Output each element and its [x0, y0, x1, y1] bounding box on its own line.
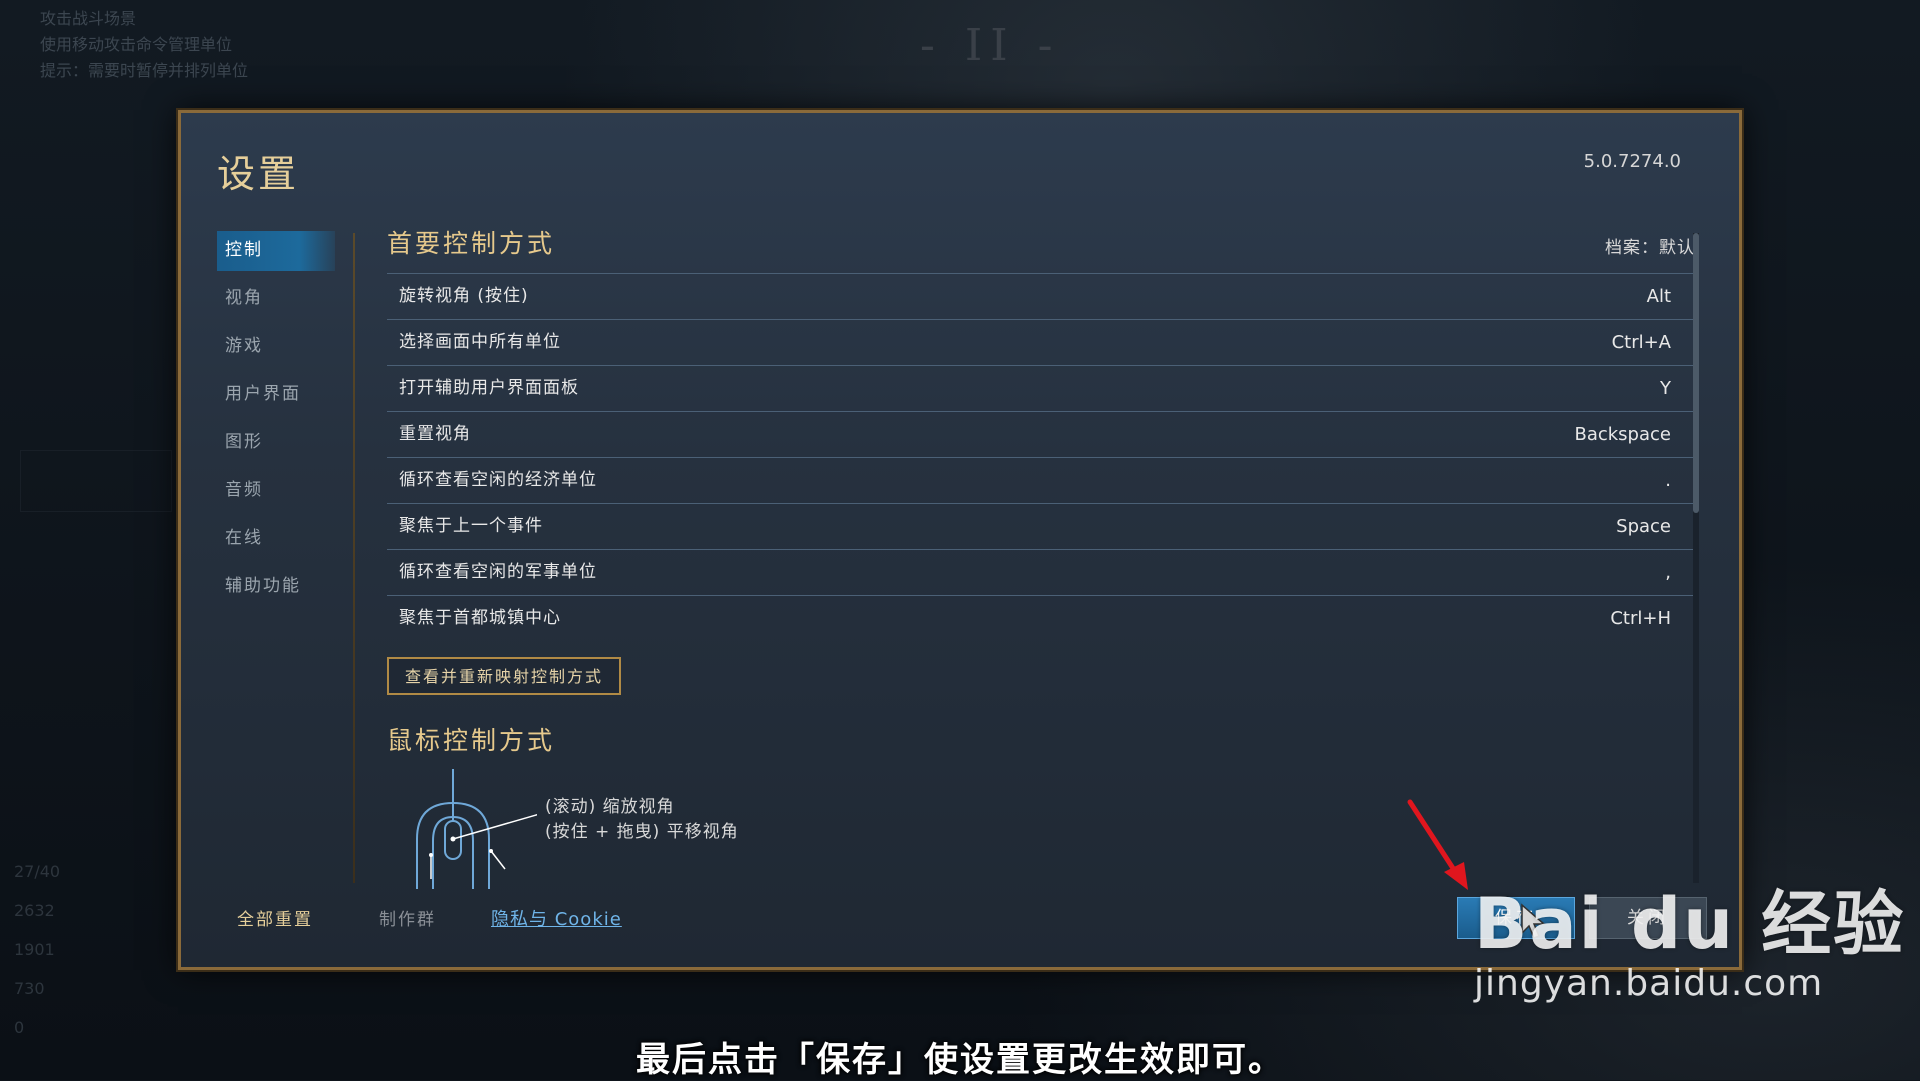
version-label: 5.0.7274.0 [1583, 151, 1681, 172]
sidebar-item-controls[interactable]: 控制 [217, 231, 335, 271]
baidu-watermark: Bai du 经验 jingyan.baidu.com [1474, 868, 1905, 1004]
action-label: 循环查看空闲的经济单位 [399, 470, 597, 490]
sidebar-item-graphics[interactable]: 图形 [217, 423, 335, 463]
profile-selector[interactable]: 档案：默认 [1605, 233, 1695, 258]
mouse-controls-heading: 鼠标控制方式 [387, 726, 556, 755]
sidebar-item-accessibility[interactable]: 辅助功能 [217, 567, 335, 607]
resource-wood: 1901 [14, 940, 55, 959]
keybinding-list: 旋转视角 (按住) Alt 选择画面中所有单位 Ctrl+A 打开辅助用户界面面板 Y… [387, 273, 1695, 641]
key-value: , [1665, 562, 1671, 583]
key-value: Y [1660, 378, 1671, 399]
keybinding-row[interactable]: 循环查看空闲的军事单位, [387, 550, 1695, 596]
privacy-cookie-link[interactable]: 隐私与 Cookie [491, 905, 622, 931]
sidebar-item-game[interactable]: 游戏 [217, 327, 335, 367]
sidebar-item-audio[interactable]: 音频 [217, 471, 335, 511]
content-scrollbar[interactable] [1693, 233, 1699, 883]
controls-panel: 首要控制方式 档案：默认 旋转视角 (按住) Alt 选择画面中所有单位 Ctrl+… [387, 223, 1695, 895]
action-label: 选择画面中所有单位 [399, 332, 561, 352]
remap-controls-button[interactable]: 查看并重新映射控制方式 [387, 657, 622, 695]
resource-food: 2632 [14, 901, 55, 920]
red-arrow-icon [1407, 799, 1468, 890]
key-value: . [1665, 470, 1671, 491]
action-label: 打开辅助用户界面面板 [399, 378, 579, 398]
keybinding-row[interactable]: 聚焦于首都城镇中心 Ctrl+H [387, 596, 1695, 641]
scrollbar-thumb[interactable] [1693, 233, 1699, 513]
action-label: 聚焦于上一个事件 [399, 516, 543, 536]
resource-gold: 730 [14, 979, 45, 998]
sidebar-divider [353, 233, 355, 883]
action-label: 重置视角 [399, 424, 471, 444]
resource-stats: 27/40 2632 1901 730 0 [14, 852, 60, 1047]
key-value: Alt [1646, 286, 1671, 307]
caption-text: 最后点击「保存」使设置更改生效即可。 [636, 1040, 1284, 1080]
scroll-zoom-label: (滚动) 缩放视角 [545, 797, 675, 817]
objective-panel: 攻击战斗场景 使用移动攻击命令管理单位 提示：需要时暂停并排列单位 [40, 6, 248, 84]
reset-all-button[interactable]: 全部重置 [237, 905, 313, 930]
keybinding-row[interactable]: 聚焦于上一个事件 Space [387, 504, 1695, 550]
sidebar-item-camera[interactable]: 视角 [217, 279, 335, 319]
mouse-icon [416, 769, 537, 889]
objective-line: 使用移动攻击命令管理单位 [40, 35, 233, 54]
settings-sidebar: 控制 视角 游戏 用户界面 图形 音频 在线 辅助功能 [217, 231, 335, 615]
keybinding-row[interactable]: 循环查看空闲的经济单位. [387, 458, 1695, 504]
settings-dialog: 设置 5.0.7274.0 控制 视角 游戏 用户界面 图形 音频 在线 辅助功… [178, 110, 1742, 970]
key-value: Ctrl+H [1610, 608, 1671, 629]
pause-indicator: - II - [920, 20, 1061, 71]
action-label: 循环查看空闲的军事单位 [399, 562, 597, 582]
objective-line: 提示：需要时暂停并排列单位 [40, 61, 249, 80]
mouse-help-text: (滚动) 缩放视角 (按住 + 拖曳) 平移视角 [545, 795, 739, 845]
action-label: 聚焦于首都城镇中心 [399, 608, 561, 628]
baidu-logo: Bai du 经验 [1474, 883, 1906, 965]
keybinding-row[interactable]: 打开辅助用户界面面板 Y [387, 366, 1695, 412]
keybinding-row[interactable]: 重置视角 Backspace [387, 412, 1695, 458]
objective-line: 攻击战斗场景 [40, 9, 137, 28]
sidebar-item-online[interactable]: 在线 [217, 519, 335, 559]
key-value: Space [1616, 516, 1671, 537]
sidebar-item-ui[interactable]: 用户界面 [217, 375, 335, 415]
key-value: Backspace [1574, 424, 1671, 445]
primary-controls-heading: 首要控制方式 [387, 229, 556, 258]
baidu-url: jingyan.baidu.com [1474, 963, 1824, 1004]
drag-pan-label: (按住 + 拖曳) 平移视角 [545, 822, 739, 842]
unit-panel [20, 450, 172, 512]
dialog-title: 设置 [217, 152, 300, 196]
keybinding-row[interactable]: 选择画面中所有单位 Ctrl+A [387, 320, 1695, 366]
credits-link[interactable]: 制作群 [379, 905, 436, 930]
keybinding-row[interactable]: 旋转视角 (按住) Alt [387, 274, 1695, 320]
key-value: Ctrl+A [1611, 332, 1671, 353]
population-count: 27/40 [14, 862, 61, 881]
action-label: 旋转视角 (按住) [399, 286, 529, 306]
